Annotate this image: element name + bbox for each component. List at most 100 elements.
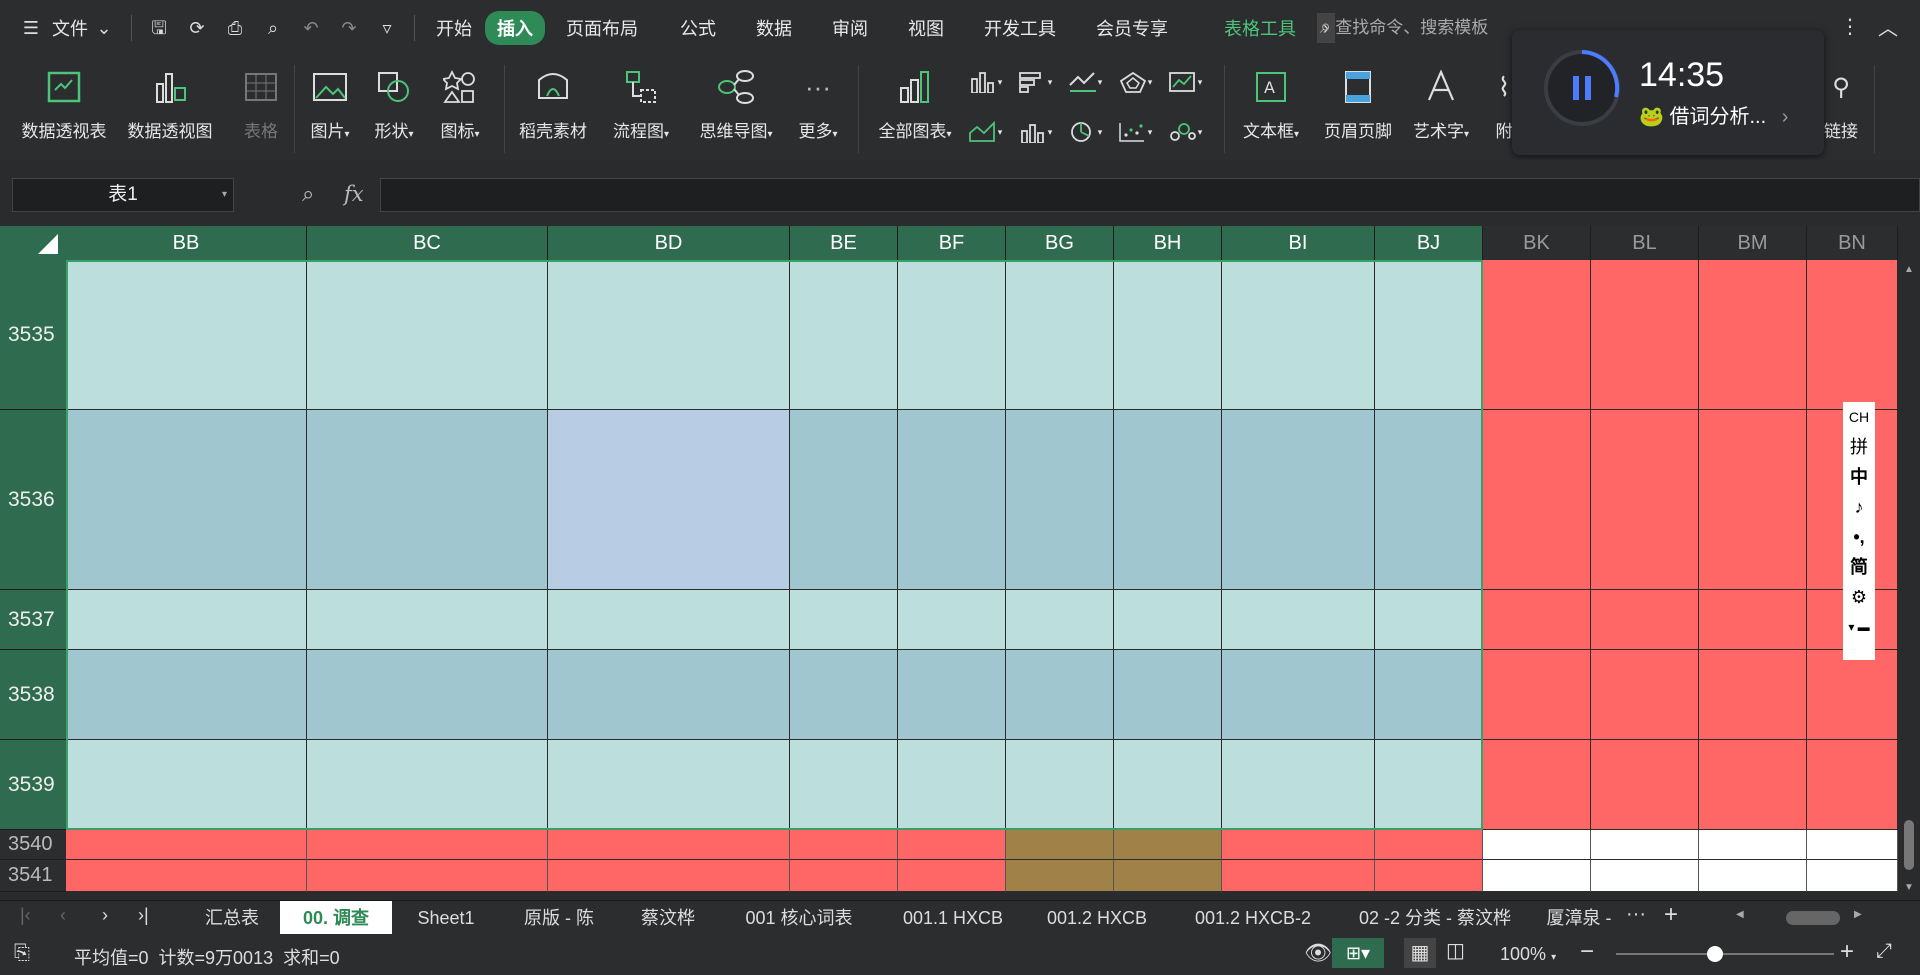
cell-bn3539[interactable] <box>1807 740 1898 830</box>
cell-be3540[interactable] <box>790 830 898 860</box>
row-header-3539[interactable]: 3539 <box>0 740 66 830</box>
flowchart-button[interactable]: 流程图▾ <box>606 55 676 160</box>
cell-bm3541[interactable] <box>1699 860 1807 892</box>
cell-bk3539[interactable] <box>1483 740 1591 830</box>
cell-bd3538[interactable] <box>548 650 790 740</box>
column-header-bl[interactable]: BL <box>1591 226 1699 260</box>
zoom-slider-thumb[interactable] <box>1707 946 1723 962</box>
sheet-tab[interactable]: Sheet1 <box>392 901 500 935</box>
formula-input[interactable] <box>380 178 1920 212</box>
cell-bm3538[interactable] <box>1699 650 1807 740</box>
ime-punct[interactable]: •, <box>1843 522 1875 552</box>
cell-bc3538[interactable] <box>307 650 548 740</box>
cell-bd3541[interactable] <box>548 860 790 892</box>
customize-chevron-icon[interactable]: ▿ <box>376 17 398 39</box>
cell-bj3540[interactable] <box>1375 830 1483 860</box>
print-icon[interactable]: ⎙ <box>224 17 246 39</box>
mindmap-button[interactable]: 思维导图▾ <box>690 55 782 160</box>
row-header-3538[interactable]: 3538 <box>0 650 66 740</box>
cell-bj3535[interactable] <box>1375 260 1483 410</box>
sheet-tab[interactable]: 001.2 HXCB <box>1026 901 1168 935</box>
cell-be3535[interactable] <box>790 260 898 410</box>
shape-button[interactable]: 形状▾ <box>366 55 422 160</box>
ime-chinese[interactable]: 中 <box>1843 462 1875 492</box>
cell-bj3538[interactable] <box>1375 650 1483 740</box>
chevron-down-icon[interactable]: ⌄ <box>93 17 115 39</box>
timer-label[interactable]: 🐸 借词分析... › <box>1639 100 1788 129</box>
prev-sheet-icon[interactable]: ‹ <box>60 905 66 926</box>
cell-bb3536[interactable] <box>66 410 307 590</box>
tab-page-layout[interactable]: 页面布局 <box>553 15 651 41</box>
column-header-be[interactable]: BE <box>790 226 898 260</box>
cell-bg3541[interactable] <box>1006 860 1114 892</box>
tab-membership[interactable]: 会员专享 <box>1083 15 1181 41</box>
cell-bl3540[interactable] <box>1591 830 1699 860</box>
cell-bb3541[interactable] <box>66 860 307 892</box>
cell-bh3535[interactable] <box>1114 260 1222 410</box>
fullscreen-icon[interactable]: ⤢ <box>1876 940 1892 963</box>
cell-bi3538[interactable] <box>1222 650 1375 740</box>
ime-music-icon[interactable]: ♪ <box>1843 492 1875 522</box>
collapse-ribbon-icon[interactable]: ︿ <box>1878 12 1898 41</box>
zoom-out-icon[interactable]: − <box>1580 938 1594 966</box>
cell-bi3541[interactable] <box>1222 860 1375 892</box>
vertical-scrollbar[interactable]: ▲ ▼ <box>1898 260 1920 900</box>
sheet-tab[interactable]: 蔡汶桦 <box>618 901 718 935</box>
stock-chart-icon[interactable]: ▾ <box>1162 67 1208 97</box>
undo-icon[interactable]: ↶ <box>300 17 322 39</box>
cell-bm3536[interactable] <box>1699 410 1807 590</box>
cell-bb3537[interactable] <box>66 590 307 650</box>
ime-more-icon[interactable]: ▾ ▬ <box>1843 612 1875 642</box>
column-chart-icon[interactable]: ▾ <box>962 67 1008 97</box>
cell-bc3541[interactable] <box>307 860 548 892</box>
sheet-tab[interactable]: 02 -2 分类 - 蔡汶桦 <box>1338 901 1532 935</box>
pivot-table-button[interactable]: 数据透视表 <box>14 55 114 160</box>
sheet-tab[interactable]: 001.1 HXCB <box>880 901 1026 935</box>
sheet-tab[interactable]: 001.2 HXCB-2 <box>1168 901 1338 935</box>
column-header-bi[interactable]: BI <box>1222 226 1375 260</box>
row-header-3537[interactable]: 3537 <box>0 590 66 650</box>
cell-bg3540[interactable] <box>1006 830 1114 860</box>
save-icon[interactable]: 🖫 <box>148 17 170 39</box>
sheet-tab[interactable]: 001 核心词表 <box>718 901 880 935</box>
h-scroll-thumb[interactable] <box>1786 911 1840 925</box>
cell-bf3537[interactable] <box>898 590 1006 650</box>
cell-bn3535[interactable] <box>1807 260 1898 410</box>
hamburger-icon[interactable]: ☰ <box>20 17 42 39</box>
cell-bm3535[interactable] <box>1699 260 1807 410</box>
ime-simplified[interactable]: 简 <box>1843 552 1875 582</box>
column-header-bj[interactable]: BJ <box>1375 226 1483 260</box>
tab-table-tools[interactable]: 表格工具 <box>1211 15 1309 41</box>
header-footer-button[interactable]: 页眉页脚 <box>1318 55 1398 160</box>
more-options-icon[interactable]: ⋮ <box>1840 14 1860 39</box>
straw-material-button[interactable]: 稻壳素材 <box>514 55 592 160</box>
row-header-3541[interactable]: 3541 <box>0 860 66 892</box>
cell-bk3536[interactable] <box>1483 410 1591 590</box>
column-header-bb[interactable]: BB <box>66 226 307 260</box>
fx-label[interactable]: fx <box>344 182 364 206</box>
cell-bi3535[interactable] <box>1222 260 1375 410</box>
area-chart-icon[interactable]: ▾ <box>962 117 1008 147</box>
all-charts-button[interactable]: 全部图表▾ <box>870 55 960 160</box>
cell-bh3538[interactable] <box>1114 650 1222 740</box>
cell-bn3541[interactable] <box>1807 860 1898 892</box>
zoom-formula-icon[interactable]: ⌕ <box>302 181 314 207</box>
scroll-right-icon[interactable]: ▶ <box>1854 909 1862 920</box>
sheet-tab[interactable]: 00. 调查 <box>280 901 392 935</box>
cell-bl3535[interactable] <box>1591 260 1699 410</box>
cell-bf3538[interactable] <box>898 650 1006 740</box>
cell-bm3539[interactable] <box>1699 740 1807 830</box>
sheet-tab[interactable]: 原版 - 陈 <box>500 901 618 935</box>
cell-be3536[interactable] <box>790 410 898 590</box>
cell-bb3535[interactable] <box>66 260 307 410</box>
more-button[interactable]: ··· 更多▾ <box>790 55 846 160</box>
radar-chart-icon[interactable]: ▾ <box>1112 67 1158 97</box>
name-box[interactable]: 表1 ▾ <box>12 178 234 212</box>
redo-icon[interactable]: ↷ <box>338 17 360 39</box>
cell-bn3538[interactable] <box>1807 650 1898 740</box>
tab-formulas[interactable]: 公式 <box>667 15 729 41</box>
line-chart-icon[interactable]: ▾ <box>1062 67 1108 97</box>
cell-bf3539[interactable] <box>898 740 1006 830</box>
cell-bf3536[interactable] <box>898 410 1006 590</box>
cell-bc3539[interactable] <box>307 740 548 830</box>
